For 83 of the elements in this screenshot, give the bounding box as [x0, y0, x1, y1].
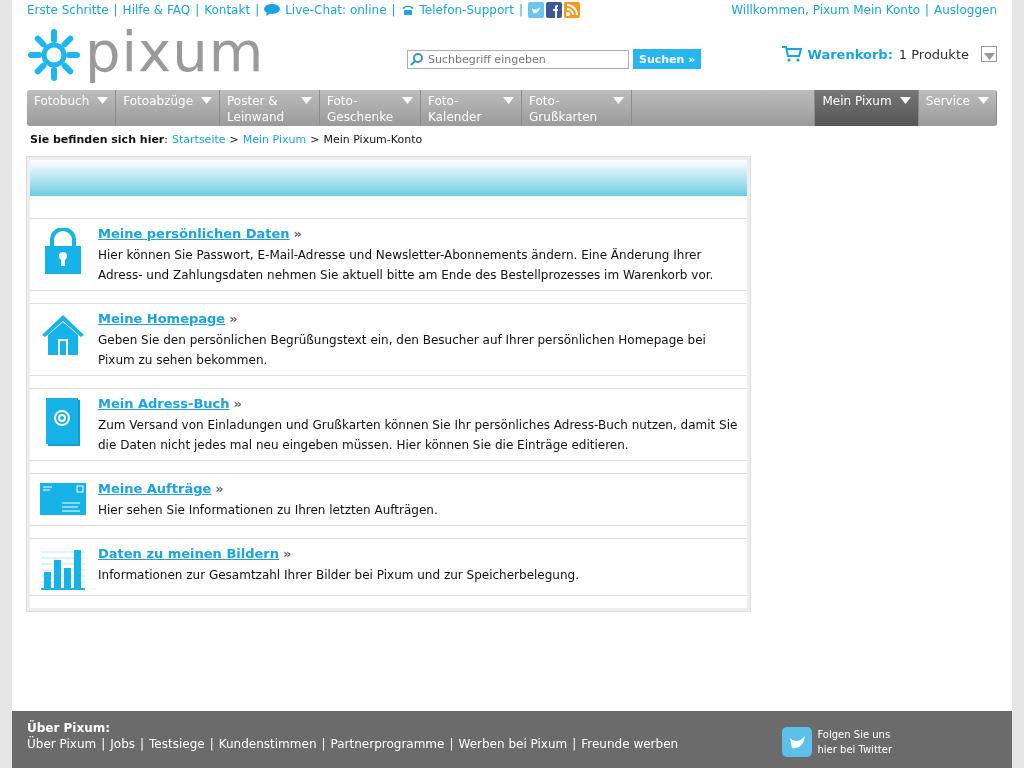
separator: | — [572, 737, 577, 751]
section-description: Geben Sie den persönlichen Begrüßungstext ein, den Besucher auf Ihrer persönlichen Homepage bei Pixum zu sehen bekommen. — [98, 332, 707, 369]
caret-icon — [978, 97, 989, 104]
envelope-icon — [40, 483, 86, 515]
top-link[interactable]: Erste Schritte — [27, 3, 109, 17]
breadcrumb-link[interactable]: Startseite — [172, 133, 226, 146]
nav-tab[interactable]: Service — [918, 90, 997, 126]
arrow-text: » — [233, 396, 242, 411]
breadcrumb-link[interactable]: Mein Pixum — [242, 133, 307, 146]
book-icon — [45, 398, 81, 446]
pixum-logo[interactable]: pixum — [27, 28, 407, 82]
footer-link[interactable]: Jobs — [110, 737, 136, 751]
footer-link[interactable]: Werben bei Pixum — [458, 737, 568, 751]
separator: | — [449, 737, 454, 751]
separator: | — [518, 3, 523, 17]
top-link[interactable]: Live-Chat: online — [285, 3, 387, 17]
nav-tab[interactable]: Foto- Geschenke — [320, 90, 422, 126]
caret-icon — [201, 97, 213, 104]
separator: | — [321, 737, 326, 751]
nav-tab[interactable]: Poster & Leinwand — [220, 90, 321, 126]
search-button[interactable]: Suchen » — [633, 49, 702, 69]
separator: | — [209, 737, 214, 751]
separator: | — [925, 3, 930, 17]
nav-tab[interactable]: Fotobuch — [27, 90, 117, 126]
section-link[interactable]: Meine Aufträge — [98, 481, 212, 496]
arrow-text: » — [283, 546, 292, 561]
caret-icon — [983, 52, 995, 60]
breadcrumb-divider: > — [310, 133, 320, 146]
separator: | — [391, 3, 396, 17]
breadcrumb-current: Mein Pixum-Konto — [323, 133, 423, 146]
account-link[interactable]: Ausloggen — [934, 3, 997, 17]
breadcrumb-divider: > — [229, 133, 239, 146]
separator: | — [195, 3, 200, 17]
dropdown-button[interactable] — [981, 46, 997, 62]
caret-icon — [301, 97, 313, 104]
separator: | — [113, 3, 118, 17]
footer-link[interactable]: Freunde werben — [581, 737, 679, 751]
caret-icon — [503, 97, 515, 104]
f-logo-icon[interactable] — [545, 2, 562, 18]
section-link[interactable]: Mein Adress-Buch — [98, 396, 230, 411]
footer-heading: Über Pixum: — [27, 721, 112, 735]
sun-logo-icon — [27, 28, 81, 82]
footer-link[interactable]: Partnerprogramme — [330, 737, 445, 751]
separator: | — [101, 737, 106, 751]
search-field[interactable]: Suchbegriff eingeben — [407, 49, 629, 69]
bar-chart-icon — [41, 548, 85, 590]
arrow-text: » — [215, 481, 224, 496]
section-link[interactable]: Daten zu meinen Bildern — [98, 546, 279, 561]
separator: | — [255, 3, 260, 17]
section-description: Zum Versand von Einladungen und Grußkarten können Sie Ihr persönliches Adress-Buch nutzen, damit Sie die Daten nicht jedes mal neu eingeben müssen. Hier können Sie die Einträge editieren. — [98, 417, 739, 454]
nav-tab[interactable]: Mein Pixum — [815, 90, 919, 126]
caret-icon — [613, 97, 625, 104]
caret-icon — [97, 97, 109, 104]
separator: | — [140, 737, 145, 751]
footer-link[interactable]: Über Pixum — [27, 737, 97, 751]
breadcrumb-colon: : — [164, 133, 168, 146]
speech-bubble-icon — [264, 4, 281, 16]
padlock-icon — [44, 228, 82, 274]
top-link[interactable]: Hilfe & FAQ — [122, 3, 191, 17]
caret-icon — [402, 97, 414, 104]
twitter-text[interactable]: Folgen Sie uns hier bei Twitter — [817, 727, 892, 757]
footer-link[interactable]: Testsiege — [149, 737, 205, 751]
arrow-text: » — [293, 226, 302, 241]
top-link[interactable]: Telefon-Support — [419, 3, 514, 17]
arrow-text: » — [229, 311, 238, 326]
bird-icon[interactable] — [782, 727, 813, 757]
caret-icon — [899, 97, 911, 104]
nav-tab[interactable]: Fotoabzüge — [116, 90, 221, 126]
cart-label[interactable]: Warenkorb: — [807, 46, 893, 62]
nav-tab[interactable]: Foto- Kalender — [421, 90, 523, 126]
footer-link[interactable]: Kundenstimmen — [218, 737, 317, 751]
section-description: Hier sehen Sie Informationen zu Ihren letzten Aufträgen. — [98, 502, 439, 519]
shopping-cart-icon[interactable] — [781, 46, 802, 62]
section-link[interactable]: Meine Homepage — [98, 311, 226, 326]
section-description: Informationen zur Gesamtzahl Ihrer Bilder bei Pixum und zur Speicherbelegung. — [98, 567, 580, 584]
account-link[interactable]: Willkommen, Pixum Mein Konto — [731, 3, 920, 17]
nav-tab[interactable]: Foto- Grußkarten — [522, 90, 633, 126]
cart-count: 1 Produkte — [898, 46, 969, 62]
top-link[interactable]: Kontakt — [204, 3, 251, 17]
section-link[interactable]: Meine persönlichen Daten — [98, 226, 290, 241]
phone-icon — [400, 4, 415, 16]
house-icon — [41, 313, 85, 355]
section-description: Hier können Sie Passwort, E-Mail-Adresse und Newsletter-Abonnements ändern. Eine Änderung Ihrer Adress- und Zahlungsdaten nehmen Sie aktuell bitte am Ende des Bestellprozesses im Warenkorb vor. — [98, 247, 715, 284]
